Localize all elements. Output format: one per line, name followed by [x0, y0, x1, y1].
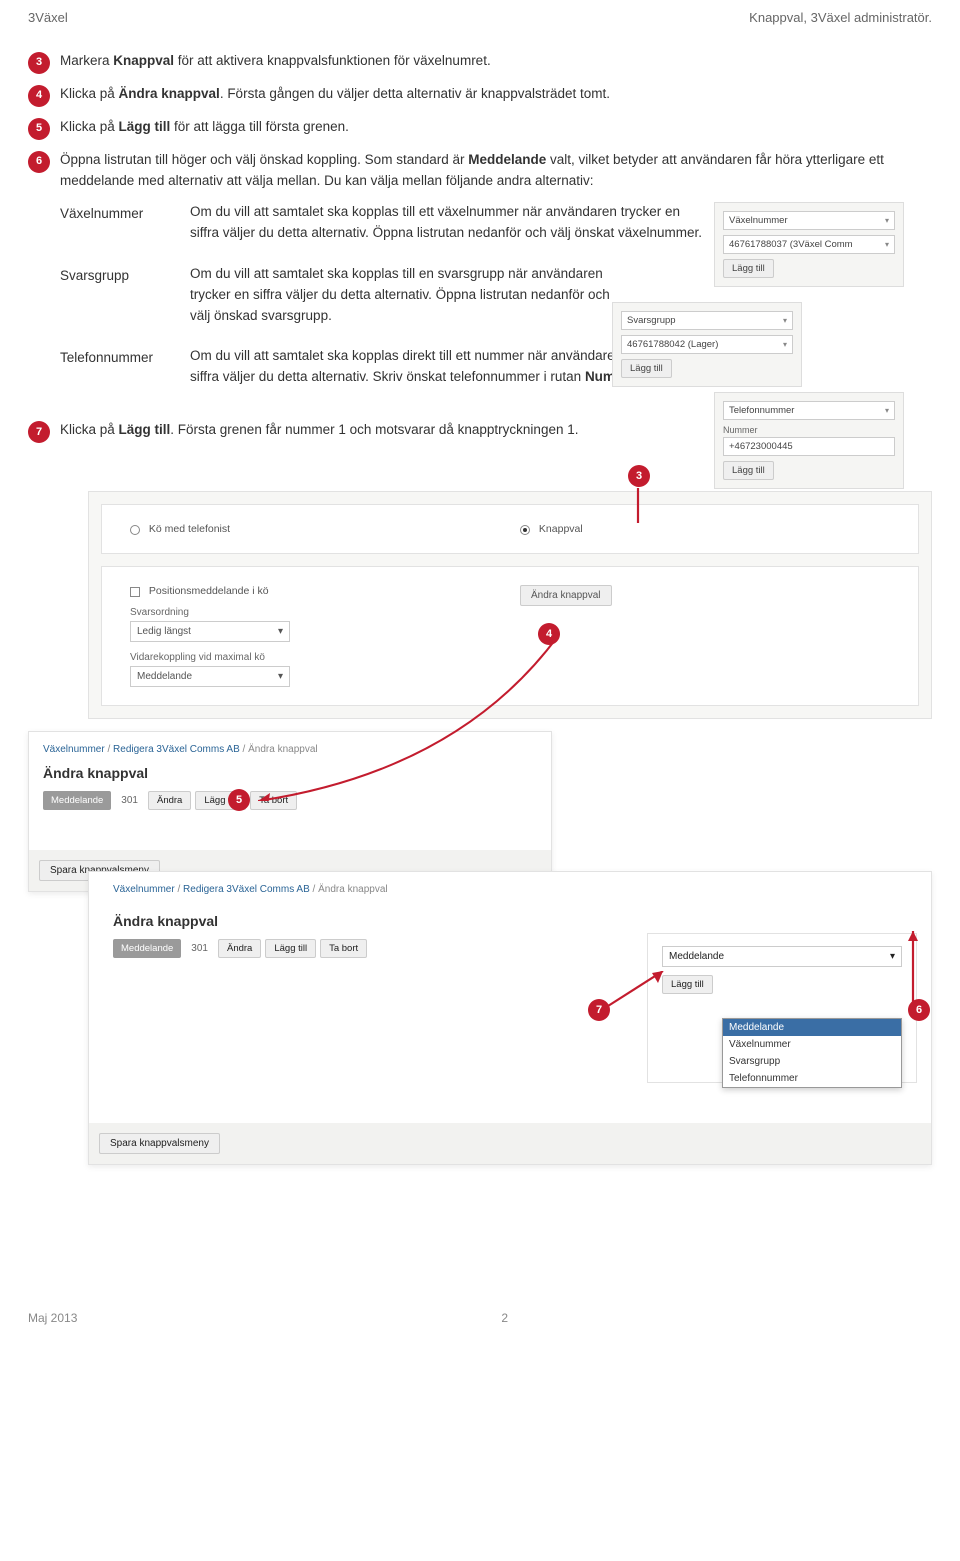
def-label: Växelnummer — [60, 202, 190, 244]
mini-number-input[interactable]: +46723000445 — [723, 437, 895, 456]
step-badge: 6 — [28, 151, 50, 173]
caret-icon: ▾ — [885, 216, 889, 225]
panel-andra-a: Växelnummer / Redigera 3Växel Comms AB /… — [28, 731, 552, 892]
caret-icon: ▾ — [885, 406, 889, 415]
step-text: Markera Knappval för att aktivera knappv… — [60, 51, 932, 72]
mini-select-type[interactable]: Växelnummer▾ — [723, 211, 895, 230]
form-card: Positionsmeddelande i kö Svarsordning Le… — [101, 566, 919, 706]
step-text: Klicka på Lägg till för att lägga till f… — [60, 117, 932, 138]
andra-button[interactable]: Ändra — [148, 791, 191, 810]
radio-icon — [130, 525, 140, 535]
andra-knappval-button[interactable]: Ändra knappval — [520, 585, 612, 606]
panel-andra-b: Växelnummer / Redigera 3Växel Comms AB /… — [88, 871, 932, 1165]
checkbox-position[interactable]: Positionsmeddelande i kö — [130, 585, 500, 597]
mini-field-label: Nummer — [723, 425, 895, 435]
caret-icon: ▾ — [278, 671, 283, 682]
lagg-till-button[interactable]: Lägg till — [265, 939, 316, 958]
spara-button[interactable]: Spara knappvalsmeny — [99, 1133, 220, 1154]
select-vidare[interactable]: Meddelande▾ — [130, 666, 290, 687]
def-label: Svarsgrupp — [60, 264, 190, 327]
pill-meddelande: Meddelande — [43, 791, 111, 810]
breadcrumb: Växelnummer / Redigera 3Växel Comms AB /… — [43, 744, 537, 755]
def-desc: Om du vill att samtalet ska kopplas dire… — [190, 346, 932, 388]
mini-select-type[interactable]: Svarsgrupp▾ — [621, 311, 793, 330]
radio-icon — [520, 525, 530, 535]
mini-panel-vaxelnummer: Växelnummer▾ 46761788037 (3Växel Comm▾ L… — [714, 202, 904, 287]
header-right: Knappval, 3Växel administratör. — [749, 10, 932, 25]
panel-title: Ändra knappval — [103, 913, 631, 929]
crumb-vaxelnummer[interactable]: Växelnummer — [43, 744, 105, 755]
mini-add-button[interactable]: Lägg till — [723, 259, 774, 278]
footer-date: Maj 2013 — [28, 1311, 77, 1325]
mini-select-value[interactable]: 46761788037 (3Växel Comm▾ — [723, 235, 895, 254]
panel-title: Ändra knappval — [43, 765, 537, 781]
caret-icon: ▾ — [278, 626, 283, 637]
screenshot-area: 3 Kö med telefonist Knappval Po — [28, 471, 932, 1281]
mini-panel-svarsgrupp: Svarsgrupp▾ 46761788042 (Lager)▾ Lägg ti… — [612, 302, 802, 387]
caret-icon: ▾ — [890, 951, 895, 962]
step-3: 3 Markera Knappval för att aktivera knap… — [28, 51, 932, 74]
dd-option-telefonnummer[interactable]: Telefonnummer — [723, 1070, 901, 1087]
add-panel: Meddelande▾ Lägg till Meddelande Växelnu… — [647, 933, 917, 1083]
panel-top: Kö med telefonist Knappval Positionsmedd… — [88, 491, 932, 719]
crumb-current: Ändra knappval — [318, 884, 388, 895]
dropdown-open[interactable]: Meddelande Växelnummer Svarsgrupp Telefo… — [722, 1018, 902, 1088]
step-6: 6 Öppna listrutan till höger och välj ön… — [28, 150, 932, 192]
step-badge: 4 — [28, 85, 50, 107]
select-svarsordning[interactable]: Ledig längst▾ — [130, 621, 290, 642]
mini-select-value[interactable]: 46761788042 (Lager)▾ — [621, 335, 793, 354]
footer-page: 2 — [501, 1311, 508, 1325]
andra-button[interactable]: Ändra — [218, 939, 261, 958]
step-badge: 7 — [28, 421, 50, 443]
step-5: 5 Klicka på Lägg till för att lägga till… — [28, 117, 932, 140]
crumb-current: Ändra knappval — [248, 744, 318, 755]
breadcrumb: Växelnummer / Redigera 3Växel Comms AB /… — [103, 884, 917, 895]
select-koppling[interactable]: Meddelande▾ — [662, 946, 902, 967]
step-text: Klicka på Ändra knappval. Första gången … — [60, 84, 932, 105]
mini-select-type[interactable]: Telefonnummer▾ — [723, 401, 895, 420]
label-svarsordning: Svarsordning — [130, 607, 500, 618]
label-vidare: Vidarekoppling vid maximal kö — [130, 652, 500, 663]
pill-number: 301 — [185, 943, 214, 954]
step-badge: 3 — [28, 52, 50, 74]
caret-icon: ▾ — [783, 316, 787, 325]
mini-add-button[interactable]: Lägg till — [621, 359, 672, 378]
footer: Maj 2013 2 — [28, 1311, 932, 1325]
header-left: 3Växel — [28, 10, 68, 25]
step-4: 4 Klicka på Ändra knappval. Första gånge… — [28, 84, 932, 107]
def-label: Telefonnummer — [60, 346, 190, 388]
crumb-vaxelnummer[interactable]: Växelnummer — [113, 884, 175, 895]
step-text: Öppna listrutan till höger och välj önsk… — [60, 150, 932, 192]
marker-3: 3 — [628, 465, 650, 487]
ta-bort-button[interactable]: Ta bort — [250, 791, 297, 810]
checkbox-icon — [130, 587, 140, 597]
page-header: 3Växel Knappval, 3Växel administratör. — [28, 0, 932, 51]
crumb-redigera[interactable]: Redigera 3Växel Comms AB — [113, 744, 240, 755]
pill-row: Meddelande 301 Ändra Lägg till Ta bort — [43, 791, 537, 810]
dd-option-vaxelnummer[interactable]: Växelnummer — [723, 1036, 901, 1053]
radio-knappval[interactable]: Knappval — [510, 519, 900, 539]
lagg-till-button-2[interactable]: Lägg till — [662, 975, 713, 994]
pill-number: 301 — [115, 795, 144, 806]
step-badge: 5 — [28, 118, 50, 140]
dd-option-svarsgrupp[interactable]: Svarsgrupp — [723, 1053, 901, 1070]
radio-ko[interactable]: Kö med telefonist — [120, 519, 510, 539]
ta-bort-button[interactable]: Ta bort — [320, 939, 367, 958]
dd-option-meddelande[interactable]: Meddelande — [723, 1019, 901, 1036]
caret-icon: ▾ — [783, 340, 787, 349]
save-bar: Spara knappvalsmeny — [89, 1123, 931, 1164]
pill-row: Meddelande 301 Ändra Lägg till Ta bort — [103, 939, 631, 958]
pill-meddelande: Meddelande — [113, 939, 181, 958]
radio-card: Kö med telefonist Knappval — [101, 504, 919, 554]
caret-icon: ▾ — [885, 240, 889, 249]
crumb-redigera[interactable]: Redigera 3Växel Comms AB — [183, 884, 310, 895]
